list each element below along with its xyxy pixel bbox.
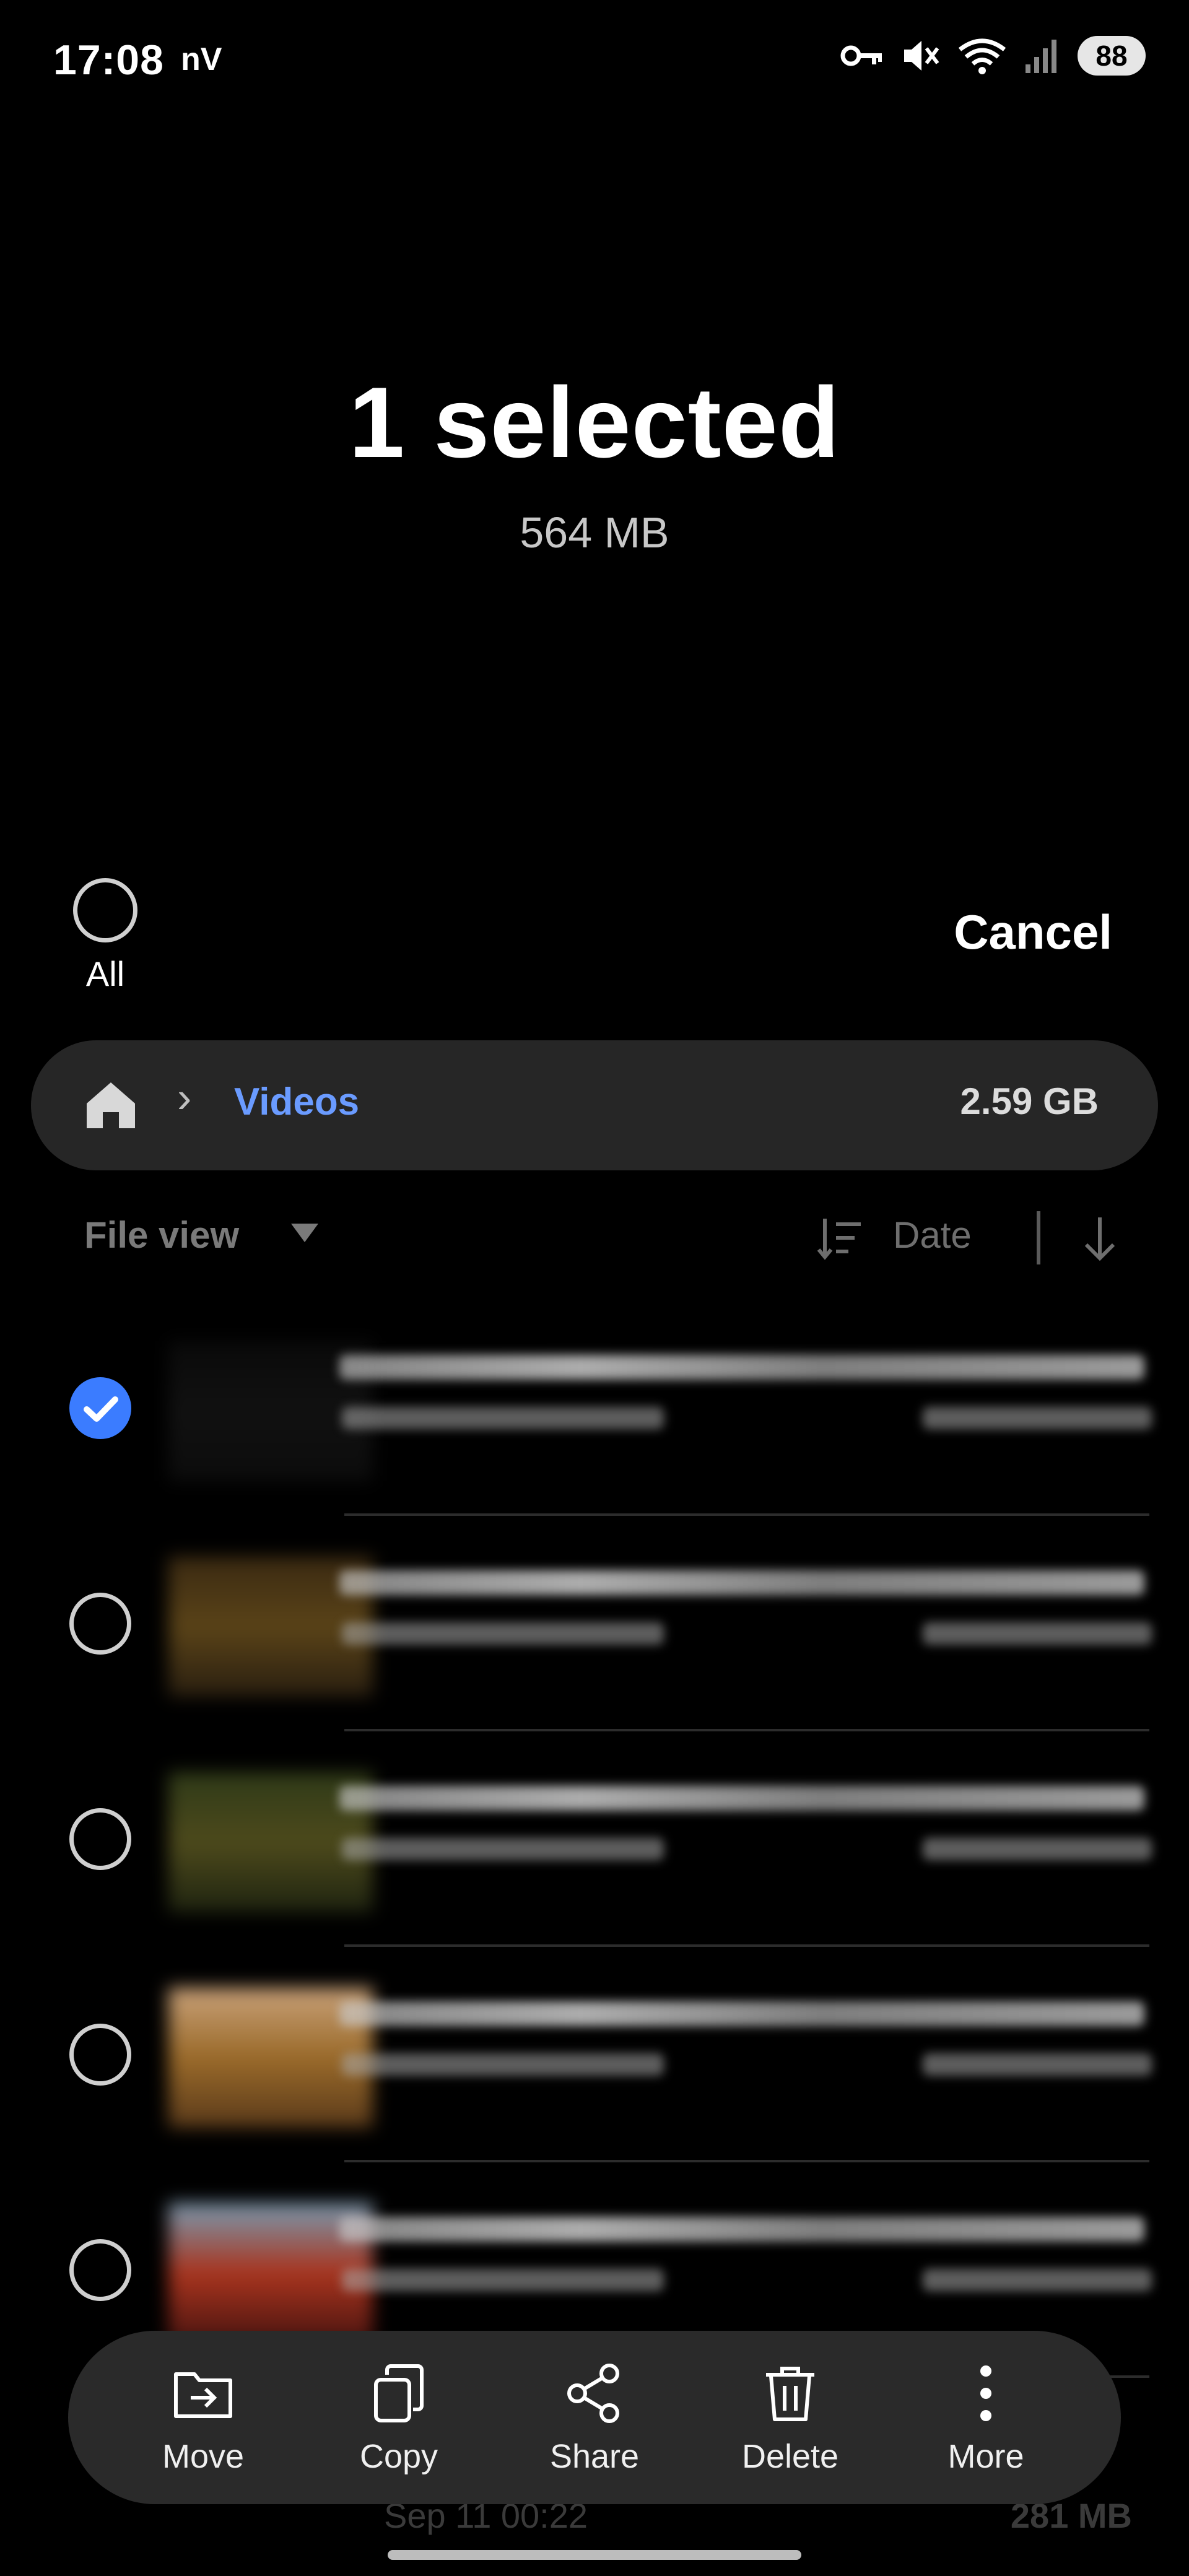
checkmark-icon xyxy=(84,1396,118,1422)
copy-button[interactable]: Copy xyxy=(318,2359,479,2476)
file-name-redacted xyxy=(339,2217,1144,2242)
sort-icon[interactable] xyxy=(816,1214,866,1263)
move-button[interactable]: Move xyxy=(123,2359,284,2476)
move-icon xyxy=(172,2359,234,2427)
carrier-label: nV xyxy=(181,41,222,77)
file-date-redacted xyxy=(342,1838,664,1860)
row-checkbox[interactable] xyxy=(69,2239,131,2301)
row-checkbox-checked[interactable] xyxy=(69,1377,131,1439)
home-indicator[interactable] xyxy=(388,2550,801,2560)
status-icons: 88 xyxy=(840,36,1146,76)
select-all-label: All xyxy=(85,954,125,993)
file-date-redacted xyxy=(342,1407,664,1429)
delete-label: Delete xyxy=(741,2438,839,2475)
mute-icon xyxy=(904,41,939,71)
file-size-redacted xyxy=(923,2269,1152,2291)
sort-by-date[interactable]: Date xyxy=(893,1214,972,1256)
battery-indicator: 88 xyxy=(1078,36,1146,76)
row-checkbox[interactable] xyxy=(69,1808,131,1870)
status-bar: 17:08 nV 88 xyxy=(0,0,1189,124)
file-row[interactable] xyxy=(0,1516,1189,1731)
share-button[interactable]: Share xyxy=(514,2359,675,2476)
selection-action-bar: Move Copy Share Delete More xyxy=(68,2331,1121,2504)
file-name-redacted xyxy=(339,2001,1144,2026)
cancel-button[interactable]: Cancel xyxy=(954,904,1112,960)
my-files-screen: 17:08 nV 88 1 selected 564 MB All Cancel… xyxy=(0,0,1189,2576)
share-label: Share xyxy=(549,2438,640,2475)
more-button[interactable]: More xyxy=(905,2359,1066,2476)
file-size-redacted xyxy=(923,2053,1152,2076)
row-checkbox[interactable] xyxy=(69,1593,131,1655)
more-icon xyxy=(977,2359,995,2427)
selection-size: 564 MB xyxy=(520,508,669,557)
select-all-checkbox[interactable] xyxy=(73,878,137,942)
copy-icon xyxy=(371,2359,427,2427)
delete-button[interactable]: Delete xyxy=(710,2359,871,2476)
path-bar: › Videos 2.59 GB xyxy=(31,1040,1158,1170)
file-name-redacted xyxy=(339,1570,1144,1595)
file-size-redacted xyxy=(923,1407,1152,1429)
selection-count-title: 1 selected xyxy=(349,367,840,479)
folder-size: 2.59 GB xyxy=(960,1081,1099,1122)
file-row[interactable] xyxy=(0,1731,1189,1947)
chevron-right-icon: › xyxy=(177,1073,192,1121)
file-date-redacted xyxy=(342,2269,664,2291)
row-checkbox[interactable] xyxy=(69,2024,131,2086)
file-size-redacted xyxy=(923,1838,1152,1860)
move-label: Move xyxy=(162,2438,245,2475)
file-view-dropdown[interactable]: File view xyxy=(84,1214,239,1256)
wifi-icon xyxy=(958,38,1006,74)
vpn-key-icon xyxy=(840,45,882,66)
copy-label: Copy xyxy=(359,2438,438,2475)
list-toolbar: File view Date xyxy=(0,1201,1189,1276)
sort-direction-down-icon[interactable] xyxy=(1081,1214,1118,1263)
more-label: More xyxy=(947,2438,1024,2475)
file-row[interactable] xyxy=(0,1947,1189,2162)
share-icon xyxy=(565,2359,624,2427)
file-date-redacted xyxy=(342,1622,664,1645)
file-size-redacted xyxy=(923,1622,1152,1645)
file-name-redacted xyxy=(339,1786,1144,1811)
file-row[interactable] xyxy=(0,1300,1189,1516)
delete-icon xyxy=(762,2359,818,2427)
signal-icon xyxy=(1026,40,1056,73)
breadcrumb-videos[interactable]: Videos xyxy=(234,1080,359,1124)
file-date-redacted xyxy=(342,2053,664,2076)
home-icon[interactable] xyxy=(84,1080,137,1131)
sort-divider xyxy=(1037,1211,1040,1264)
status-time: 17:08 xyxy=(53,37,164,84)
dropdown-arrow-icon xyxy=(291,1224,318,1242)
file-name-redacted xyxy=(339,1355,1144,1380)
